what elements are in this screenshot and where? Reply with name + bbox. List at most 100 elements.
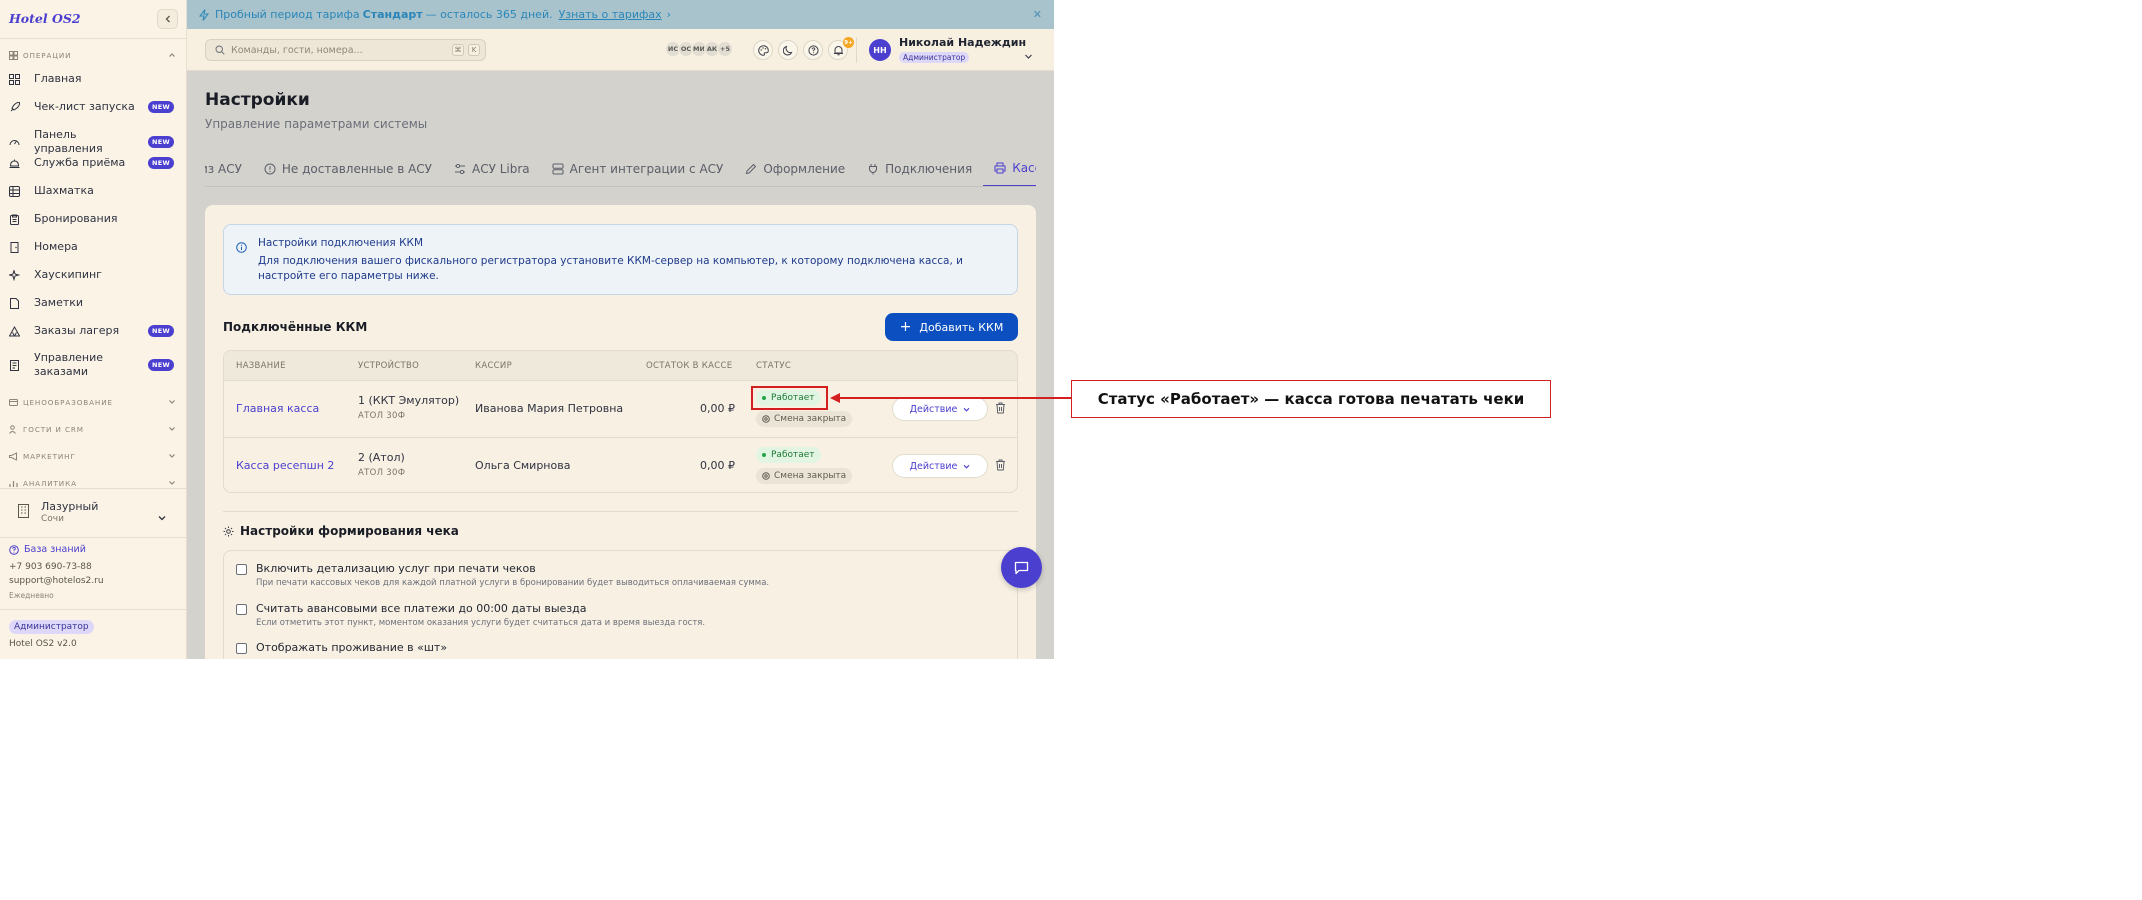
help-circle-icon xyxy=(807,44,819,56)
status-highlight-box xyxy=(751,386,828,410)
sidebar-item-label: Хаускипинг xyxy=(34,268,102,281)
sidebar-item-dashboard[interactable]: Панель управления NEW xyxy=(9,128,174,156)
shift-closed-icon xyxy=(762,415,770,423)
cash-balance: 0,00 ₽ xyxy=(700,402,735,415)
user-avatar[interactable]: НН xyxy=(869,39,891,61)
user-menu-button[interactable] xyxy=(1024,46,1033,65)
sidebar-item-rooms[interactable]: Номера xyxy=(9,240,174,254)
sidebar-item-bookings[interactable]: Бронирования xyxy=(9,212,174,226)
sidebar-item-launch-checklist[interactable]: Чек-лист запуска NEW xyxy=(9,100,174,114)
sidebar-item-order-management[interactable]: Управление заказами NEW xyxy=(9,351,174,379)
info-icon xyxy=(236,238,247,257)
sidebar-item-label: Заказы лагеря xyxy=(34,324,120,337)
server-icon xyxy=(552,163,564,175)
add-kkm-button[interactable]: + Добавить ККМ xyxy=(885,313,1018,341)
hotel-selector[interactable]: Лазурный Сочи xyxy=(0,488,187,538)
users-icon xyxy=(9,424,18,434)
sidebar-item-housekeeping[interactable]: Хаускипинг xyxy=(9,268,174,282)
sidebar-item-label: Чек-лист запуска xyxy=(34,100,135,113)
role-badge: Администратор xyxy=(9,620,94,634)
help-circle-icon xyxy=(9,544,19,555)
support-email[interactable]: support@hotelos2.ru xyxy=(9,576,104,586)
tab-asu-agent[interactable]: Агент интеграции с АСУ xyxy=(541,151,735,186)
sidebar-divider xyxy=(0,609,187,610)
shift-badge: Смена закрыта xyxy=(756,411,853,427)
theme-palette-button[interactable] xyxy=(753,40,773,60)
avatar-more: +5 xyxy=(717,41,733,57)
dark-mode-button[interactable] xyxy=(778,40,798,60)
chevron-down-icon xyxy=(168,425,176,433)
section-marketing[interactable]: Маркетинг xyxy=(9,449,176,463)
online-users[interactable]: ИС ОС МИ АК +5 xyxy=(665,41,733,57)
sidebar-item-chessboard[interactable]: Шахматка xyxy=(9,184,174,198)
tab-appearance[interactable]: Оформление xyxy=(734,151,856,186)
search-icon xyxy=(215,45,225,55)
tab-label: Кассы xyxy=(1012,161,1036,175)
pricing-link[interactable]: Узнать о тарифах xyxy=(559,8,662,21)
sidebar-item-label: Управление заказами xyxy=(34,351,104,378)
banner-prefix: Пробный период тарифа xyxy=(215,8,360,21)
kkm-name-link[interactable]: Главная касса xyxy=(236,402,319,415)
annotation-callout: Статус «Работает» — касса готова печатат… xyxy=(1071,380,1551,418)
help-button[interactable] xyxy=(803,40,823,60)
close-banner-button[interactable]: ✕ xyxy=(1033,8,1042,21)
delete-button[interactable] xyxy=(995,459,1006,471)
kkm-name-link[interactable]: Касса ресепшн 2 xyxy=(236,459,334,472)
sidebar-item-front-desk[interactable]: Служба приёма NEW xyxy=(9,156,174,170)
user-name[interactable]: Николай Надеждин xyxy=(899,36,1026,49)
chevron-down-icon xyxy=(168,479,176,487)
tab-asu-libra[interactable]: АСУ Libra xyxy=(443,151,541,186)
tab-label: АСУ Libra xyxy=(471,161,530,176)
tab-cash-registers[interactable]: Кассы xyxy=(983,151,1036,186)
kbd-k: K xyxy=(468,44,480,56)
tab-undelivered-asu[interactable]: Не доставленные в АСУ xyxy=(253,151,443,186)
support-phone[interactable]: +7 903 690-73-88 xyxy=(9,562,92,572)
megaphone-icon xyxy=(9,451,18,461)
checkbox[interactable] xyxy=(236,643,247,654)
new-badge: NEW xyxy=(148,101,174,113)
sidebar-item-label: Номера xyxy=(34,240,78,253)
brand-logo[interactable]: Hotel OS2 xyxy=(9,11,81,26)
checkbox[interactable] xyxy=(236,604,247,615)
section-pricing[interactable]: Ценообразование xyxy=(9,395,176,409)
chevron-right-icon: › xyxy=(666,8,672,21)
notifications-button[interactable]: 9+ xyxy=(828,37,854,60)
knowledge-base-link[interactable]: База знаний xyxy=(9,544,86,555)
section-guests-crm[interactable]: Гости и CRM xyxy=(9,422,176,436)
gauge-icon xyxy=(9,137,23,148)
chart-icon xyxy=(9,479,18,488)
collapse-sidebar-button[interactable] xyxy=(157,9,178,29)
chevron-down-icon xyxy=(157,508,167,527)
status-dot xyxy=(762,453,766,457)
action-dropdown-button[interactable]: Действие xyxy=(892,454,988,478)
sidebar-item-home[interactable]: Главная xyxy=(9,72,174,86)
search-input[interactable]: Команды, гости, номера... ⌘ K xyxy=(205,39,486,61)
tab-label: Подключения xyxy=(885,161,973,176)
chat-icon xyxy=(1014,561,1029,574)
tab-connections[interactable]: Подключения xyxy=(856,151,983,186)
receipt-settings-label: Настройки формирования чека xyxy=(240,524,459,538)
knowledge-base-label: База знаний xyxy=(24,544,86,555)
header-divider xyxy=(856,37,857,63)
card-icon xyxy=(9,398,18,407)
user-role-badge: Администратор xyxy=(899,52,970,63)
section-label: Маркетинг xyxy=(23,451,76,461)
door-icon xyxy=(9,241,23,253)
sidebar-item-label: Панель управления xyxy=(33,128,103,155)
section-operations[interactable]: Операции xyxy=(9,48,176,62)
connected-kkm-title: Подключённые ККМ xyxy=(223,320,368,334)
shift-closed-icon xyxy=(762,472,770,480)
search-placeholder: Команды, гости, номера... xyxy=(231,44,363,56)
sidebar-item-camp-orders[interactable]: Заказы лагеря NEW xyxy=(9,324,174,338)
kkm-info-alert: Настройки подключения ККМ Для подключени… xyxy=(223,224,1018,295)
building-icon xyxy=(17,503,30,522)
device-model: АТОЛ 30Ф xyxy=(358,411,406,421)
kkm-settings-card: Настройки подключения ККМ Для подключени… xyxy=(205,205,1036,659)
column-header: Кассир xyxy=(475,361,513,371)
tab-label: Не доставленные в АСУ xyxy=(281,161,432,176)
chat-button[interactable] xyxy=(1001,547,1042,588)
chevron-down-icon xyxy=(1025,54,1032,59)
tab-from-asu[interactable]: из АСУ xyxy=(205,151,253,186)
sidebar-item-notes[interactable]: Заметки xyxy=(9,296,174,310)
checkbox[interactable] xyxy=(236,564,247,575)
